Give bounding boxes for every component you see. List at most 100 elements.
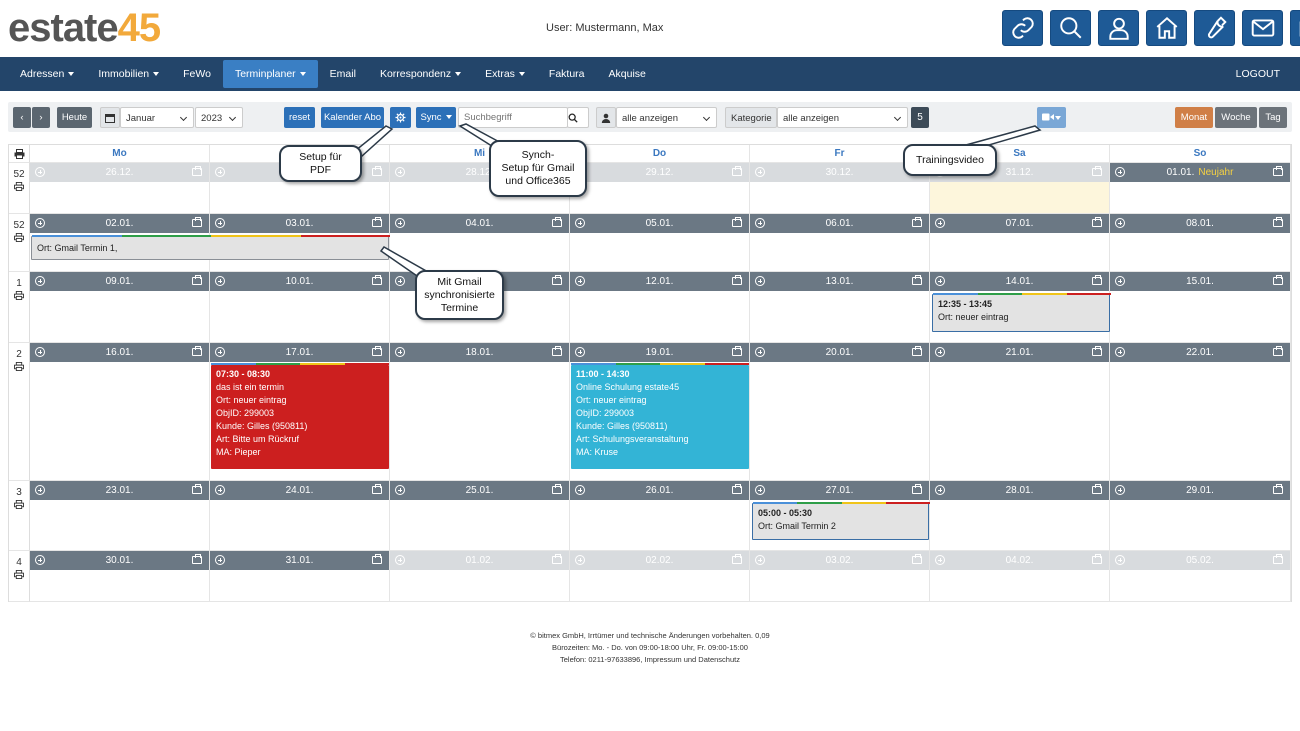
- print-day-icon[interactable]: [1092, 346, 1102, 356]
- day-cell[interactable]: 10.01.: [210, 272, 390, 343]
- print-day-icon[interactable]: [192, 554, 202, 564]
- calendar-event[interactable]: 07:30 - 08:30 das ist ein termin Ort: neue…: [211, 363, 389, 469]
- add-event-icon[interactable]: [215, 218, 225, 228]
- print-day-icon[interactable]: [372, 554, 382, 564]
- day-cell[interactable]: 02.02.: [570, 551, 750, 602]
- print-all-button[interactable]: [9, 145, 30, 163]
- print-day-icon[interactable]: [1092, 554, 1102, 564]
- print-day-icon[interactable]: [912, 275, 922, 285]
- day-cell[interactable]: 07.01.: [930, 214, 1110, 272]
- print-day-icon[interactable]: [552, 217, 562, 227]
- add-event-icon[interactable]: [755, 167, 765, 177]
- tools-button[interactable]: [1194, 10, 1235, 46]
- add-event-icon[interactable]: [755, 485, 765, 495]
- kategorie-select[interactable]: alle anzeigen: [777, 107, 908, 128]
- print-week-button[interactable]: [9, 362, 29, 374]
- training-video-button[interactable]: [1037, 107, 1066, 128]
- print-day-icon[interactable]: [1092, 166, 1102, 176]
- print-day-icon[interactable]: [552, 346, 562, 356]
- year-select[interactable]: 2023: [195, 107, 243, 128]
- print-day-icon[interactable]: [912, 346, 922, 356]
- print-day-icon[interactable]: [1273, 275, 1283, 285]
- day-cell[interactable]: 01.02.: [390, 551, 570, 602]
- add-event-icon[interactable]: [1115, 167, 1125, 177]
- logout-link[interactable]: LOGOUT: [1236, 57, 1280, 91]
- day-cell[interactable]: 26.12.: [30, 163, 210, 214]
- print-day-icon[interactable]: [192, 484, 202, 494]
- add-event-icon[interactable]: [755, 347, 765, 357]
- sync-button[interactable]: Sync: [416, 107, 456, 128]
- add-event-icon[interactable]: [35, 276, 45, 286]
- add-event-icon[interactable]: [575, 485, 585, 495]
- view-monat-button[interactable]: Monat: [1175, 107, 1213, 128]
- nav-akquise[interactable]: Akquise: [597, 60, 658, 88]
- month-select[interactable]: Januar: [120, 107, 194, 128]
- folder-button[interactable]: [1290, 10, 1300, 46]
- view-tag-button[interactable]: Tag: [1259, 107, 1287, 128]
- search-input[interactable]: [458, 107, 568, 128]
- print-day-icon[interactable]: [372, 484, 382, 494]
- footer-contact[interactable]: Telefon: 0211-97633896, Impressum und Da…: [0, 654, 1300, 666]
- link-button[interactable]: [1002, 10, 1043, 46]
- user-filter-select[interactable]: alle anzeigen: [616, 107, 717, 128]
- print-day-icon[interactable]: [732, 554, 742, 564]
- add-event-icon[interactable]: [1115, 555, 1125, 565]
- print-day-icon[interactable]: [912, 484, 922, 494]
- add-event-icon[interactable]: [395, 218, 405, 228]
- calendar-event[interactable]: 11:00 - 14:30 Online Schulung estate45 Ort…: [571, 363, 749, 469]
- nav-extras[interactable]: Extras: [473, 60, 537, 88]
- print-day-icon[interactable]: [732, 217, 742, 227]
- print-day-icon[interactable]: [372, 166, 382, 176]
- next-month-button[interactable]: ›: [32, 107, 50, 128]
- view-woche-button[interactable]: Woche: [1215, 107, 1257, 128]
- nav-terminplaner[interactable]: Terminplaner: [222, 60, 318, 88]
- print-week-button[interactable]: [9, 570, 29, 582]
- print-day-icon[interactable]: [1092, 217, 1102, 227]
- day-cell[interactable]: 20.01.: [750, 343, 930, 481]
- day-cell[interactable]: 16.01.: [30, 343, 210, 481]
- add-event-icon[interactable]: [1115, 485, 1125, 495]
- kalender-abo-button[interactable]: Kalender Abo: [321, 107, 384, 128]
- add-event-icon[interactable]: [215, 555, 225, 565]
- add-event-icon[interactable]: [395, 347, 405, 357]
- add-event-icon[interactable]: [1115, 276, 1125, 286]
- add-event-icon[interactable]: [215, 485, 225, 495]
- add-event-icon[interactable]: [35, 167, 45, 177]
- day-cell[interactable]: 13.01.: [750, 272, 930, 343]
- add-event-icon[interactable]: [935, 218, 945, 228]
- calendar-icon[interactable]: [100, 107, 120, 128]
- day-cell[interactable]: 15.01.: [1110, 272, 1291, 343]
- print-day-icon[interactable]: [732, 275, 742, 285]
- nav-email[interactable]: Email: [318, 60, 368, 88]
- print-day-icon[interactable]: [1273, 166, 1283, 176]
- add-event-icon[interactable]: [575, 347, 585, 357]
- add-event-icon[interactable]: [935, 276, 945, 286]
- day-cell[interactable]: 05.02.: [1110, 551, 1291, 602]
- add-event-icon[interactable]: [395, 276, 405, 286]
- calendar-event[interactable]: Ort: Gmail Termin 1,: [31, 235, 390, 260]
- add-event-icon[interactable]: [395, 555, 405, 565]
- print-day-icon[interactable]: [552, 554, 562, 564]
- home-button[interactable]: [1146, 10, 1187, 46]
- estate45-logo[interactable]: estate45: [8, 6, 161, 50]
- day-cell[interactable]: 25.01.: [390, 481, 570, 551]
- day-cell[interactable]: 31.01.: [210, 551, 390, 602]
- print-day-icon[interactable]: [1092, 484, 1102, 494]
- add-event-icon[interactable]: [35, 218, 45, 228]
- print-day-icon[interactable]: [192, 217, 202, 227]
- add-event-icon[interactable]: [395, 485, 405, 495]
- add-event-icon[interactable]: [215, 276, 225, 286]
- day-cell[interactable]: 04.01.: [390, 214, 570, 272]
- add-event-icon[interactable]: [575, 218, 585, 228]
- day-cell[interactable]: 04.02.: [930, 551, 1110, 602]
- calendar-event[interactable]: 12:35 - 13:45 Ort: neuer eintrag: [932, 293, 1111, 332]
- day-cell[interactable]: 21.01.: [930, 343, 1110, 481]
- add-event-icon[interactable]: [755, 218, 765, 228]
- day-cell[interactable]: 23.01.: [30, 481, 210, 551]
- print-week-button[interactable]: [9, 182, 29, 194]
- print-day-icon[interactable]: [192, 275, 202, 285]
- day-cell[interactable]: 09.01.: [30, 272, 210, 343]
- add-event-icon[interactable]: [935, 555, 945, 565]
- day-cell[interactable]: 22.01.: [1110, 343, 1291, 481]
- day-cell[interactable]: 18.01.: [390, 343, 570, 481]
